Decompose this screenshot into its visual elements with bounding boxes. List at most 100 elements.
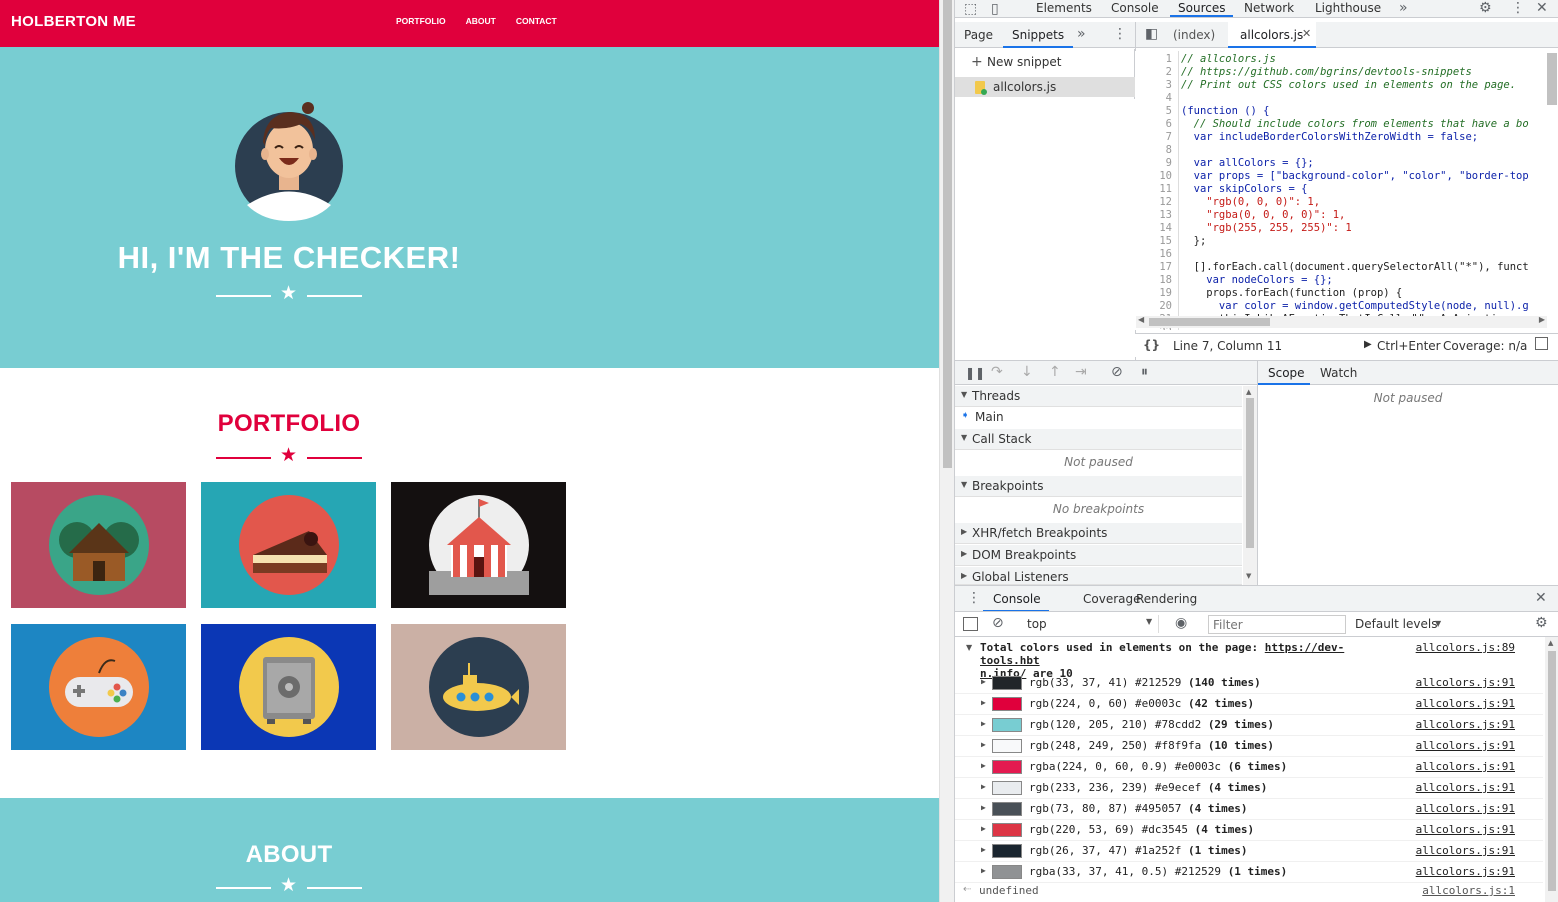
brand-logo[interactable]: HOLBERTON ME (11, 13, 136, 30)
tab-console[interactable]: Console (1111, 1, 1159, 15)
expand-icon[interactable]: ▶ (981, 824, 986, 833)
expand-icon[interactable]: ▶ (981, 677, 986, 686)
console-color-row[interactable]: ▶ rgb(224, 0, 60) #e0003c (42 times) allco… (955, 694, 1543, 715)
step-into-icon[interactable]: ↓ (1021, 365, 1033, 379)
console-filter-input[interactable] (1208, 615, 1346, 634)
editor-tab-allcolors[interactable]: allcolors.js ✕ (1228, 22, 1316, 48)
console-color-row[interactable]: ▶ rgb(33, 37, 41) #212529 (140 times) allc… (955, 673, 1543, 694)
console-scrollbar[interactable]: ▲ (1545, 637, 1558, 902)
source-link[interactable]: allcolors.js:91 (1416, 676, 1515, 689)
editor-tab-index[interactable]: (index) (1173, 28, 1215, 42)
drawer-menu-icon[interactable]: ⋮ (967, 591, 981, 605)
console-color-row[interactable]: ▶ rgb(220, 53, 69) #dc3545 (4 times) allco… (955, 820, 1543, 841)
pause-icon[interactable]: ❚❚ (965, 366, 985, 380)
source-link[interactable]: allcolors.js:91 (1416, 760, 1515, 773)
pause-on-exceptions-icon[interactable]: ⏸ (1141, 365, 1148, 379)
expand-icon[interactable]: ▼ (966, 643, 972, 652)
tab-snippets[interactable]: Snippets (1012, 28, 1064, 42)
step-out-icon[interactable]: ↑ (1049, 365, 1061, 379)
debugger-scrollbar[interactable]: ▲ ▼ (1243, 386, 1257, 585)
portfolio-item-cake[interactable] (201, 482, 376, 608)
tab-scope[interactable]: Scope (1268, 366, 1305, 380)
tab-network[interactable]: Network (1244, 1, 1294, 15)
tab-page[interactable]: Page (964, 28, 993, 42)
deactivate-breakpoints-icon[interactable]: ⊘ (1111, 365, 1123, 379)
expand-icon[interactable]: ▶ (981, 782, 986, 791)
device-toolbar-icon[interactable]: ▯ (991, 2, 999, 16)
context-select[interactable]: top ▼ (1019, 615, 1159, 633)
settings-gear-icon[interactable]: ⚙ (1479, 1, 1492, 15)
portfolio-item-circus[interactable] (391, 482, 566, 608)
toggle-drawer-icon[interactable] (1535, 337, 1548, 350)
inspect-element-icon[interactable]: ⬚ (964, 2, 977, 16)
console-color-row[interactable]: ▶ rgba(224, 0, 60, 0.9) #e0003c (6 times)… (955, 757, 1543, 778)
console-color-row[interactable]: ▶ rgb(120, 205, 210) #78cdd2 (29 times) al… (955, 715, 1543, 736)
source-link[interactable]: allcolors.js:91 (1416, 739, 1515, 752)
nav-link-contact[interactable]: CONTACT (516, 16, 557, 26)
portfolio-item-submarine[interactable] (391, 624, 566, 750)
tab-sources[interactable]: Sources (1169, 1, 1235, 17)
clear-console-icon[interactable]: ⊘ (992, 616, 1004, 630)
live-expression-eye-icon[interactable]: ◉ (1175, 616, 1187, 630)
snippet-item[interactable]: allcolors.js (955, 77, 1135, 97)
thread-main[interactable]: ➧ Main (955, 407, 1242, 428)
portfolio-item-safe[interactable] (201, 624, 376, 750)
drawer-tab-rendering[interactable]: Rendering (1136, 592, 1197, 606)
editor-vscroll-thumb[interactable] (1547, 53, 1557, 105)
console-color-row[interactable]: ▶ rgb(73, 80, 87) #495057 (4 times) allcol… (955, 799, 1543, 820)
page-scrollbar-thumb[interactable] (943, 0, 952, 468)
close-devtools-icon[interactable]: ✕ (1536, 1, 1548, 15)
page-scrollbar[interactable] (939, 0, 954, 902)
console-color-row[interactable]: ▶ rgb(233, 236, 239) #e9ecef (4 times) all… (955, 778, 1543, 799)
drawer-tab-console[interactable]: Console (993, 592, 1041, 606)
new-snippet-button[interactable]: New snippet (987, 55, 1062, 69)
run-icon[interactable]: ▶ (1364, 339, 1372, 350)
expand-icon[interactable]: ▶ (981, 803, 986, 812)
breakpoints-header[interactable]: ▼ Breakpoints (955, 476, 1242, 497)
log-levels-select[interactable]: Default levels (1355, 617, 1437, 631)
dom-breakpoints-header[interactable]: ▶ DOM Breakpoints (955, 545, 1242, 566)
expand-icon[interactable]: ▶ (981, 845, 986, 854)
threads-header[interactable]: ▼ Threads (955, 386, 1242, 407)
run-snippet-button[interactable]: Ctrl+Enter (1377, 339, 1441, 353)
more-tabs-icon[interactable]: » (1399, 1, 1408, 15)
code-editor[interactable]: 12345678910111213141516171819202122 // a… (1135, 51, 1558, 330)
xhr-breakpoints-header[interactable]: ▶ XHR/fetch Breakpoints (955, 523, 1242, 544)
nav-link-about[interactable]: ABOUT (466, 16, 496, 26)
console-group-summary[interactable]: ▼ Total colors used in elements on the p… (955, 637, 1543, 680)
console-color-row[interactable]: ▶ rgb(248, 249, 250) #f8f9fa (10 times) al… (955, 736, 1543, 757)
portfolio-item-game[interactable] (11, 624, 186, 750)
more-options-icon[interactable]: ⋮ (1511, 1, 1525, 15)
editor-vscroll[interactable] (1545, 51, 1558, 316)
source-link[interactable]: allcolors.js:91 (1416, 718, 1515, 731)
close-drawer-icon[interactable]: ✕ (1535, 591, 1547, 605)
more-tabs-icon[interactable]: » (1077, 27, 1086, 41)
portfolio-item-cabin[interactable] (11, 482, 186, 608)
tab-lighthouse[interactable]: Lighthouse (1315, 1, 1381, 15)
console-sidebar-icon[interactable] (963, 617, 978, 631)
step-icon[interactable]: ⇥ (1075, 365, 1087, 379)
expand-icon[interactable]: ▶ (981, 698, 986, 707)
tab-watch[interactable]: Watch (1320, 366, 1357, 380)
more-options-icon[interactable]: ⋮ (1113, 27, 1127, 41)
expand-icon[interactable]: ▶ (981, 866, 986, 875)
source-link[interactable]: allcolors.js:91 (1416, 844, 1515, 857)
call-stack-header[interactable]: ▼ Call Stack (955, 429, 1242, 450)
source-link[interactable]: allcolors.js:91 (1416, 823, 1515, 836)
source-link[interactable]: allcolors.js:91 (1416, 781, 1515, 794)
step-over-icon[interactable]: ↷ (991, 365, 1003, 379)
console-color-row[interactable]: ▶ rgba(33, 37, 41, 0.5) #212529 (1 times)… (955, 862, 1543, 883)
toggle-navigator-icon[interactable]: ◧ (1145, 27, 1158, 41)
nav-link-portfolio[interactable]: PORTFOLIO (396, 16, 446, 26)
summary-source-link[interactable]: allcolors.js:89 (1416, 641, 1515, 654)
console-settings-icon[interactable]: ⚙ (1535, 616, 1548, 630)
close-tab-icon[interactable]: ✕ (1302, 27, 1311, 40)
console-color-row[interactable]: ▶ rgb(26, 37, 47) #1a252f (1 times) allcol… (955, 841, 1543, 862)
global-listeners-header[interactable]: ▶ Global Listeners (955, 567, 1242, 585)
expand-icon[interactable]: ▶ (981, 719, 986, 728)
tab-elements[interactable]: Elements (1036, 1, 1092, 15)
source-link[interactable]: allcolors.js:91 (1416, 802, 1515, 815)
source-link[interactable]: allcolors.js:91 (1416, 697, 1515, 710)
pretty-print-icon[interactable]: {} (1143, 338, 1160, 352)
editor-hscroll-thumb[interactable] (1149, 318, 1270, 326)
